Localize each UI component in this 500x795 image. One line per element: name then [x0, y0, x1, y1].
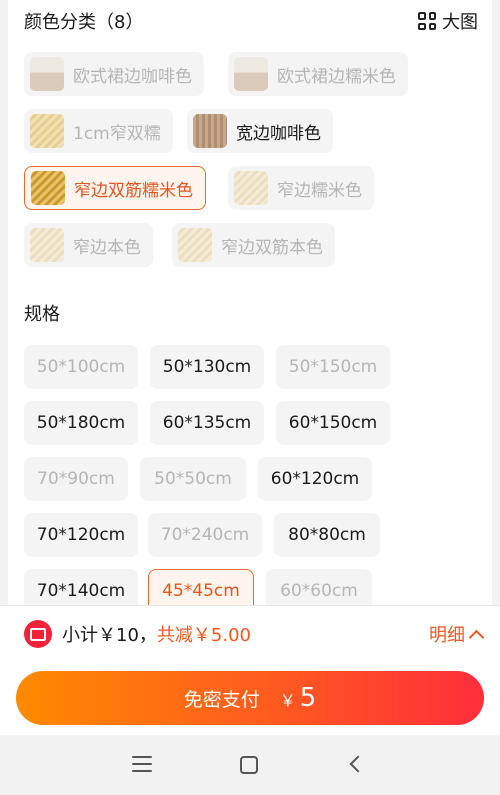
pay-currency: ￥	[279, 691, 296, 710]
discount-amount: 共减￥5.00	[156, 625, 251, 646]
pay-button[interactable]: 免密支付 ￥ 5	[16, 671, 484, 725]
grid-icon	[418, 12, 436, 30]
size-option-selected[interactable]: 45*45cm	[148, 569, 254, 605]
chevron-up-icon	[468, 629, 485, 645]
color-option[interactable]: 宽边咖啡色	[187, 109, 333, 153]
size-option[interactable]: 70*120cm	[24, 513, 138, 557]
color-option-label: 宽边咖啡色	[236, 123, 321, 144]
subtotal-amount: 小计￥10，	[62, 625, 157, 646]
product-thumbnail	[30, 228, 64, 262]
color-option-label: 欧式裙边糯米色	[277, 66, 396, 87]
size-option[interactable]: 60*120cm	[258, 457, 372, 501]
color-option[interactable]: 1cm窄双糯	[24, 109, 173, 153]
color-option-label: 1cm窄双糯	[73, 123, 161, 144]
subtotal-text: 小计￥10，共减￥5.00	[62, 621, 251, 647]
pay-price: ￥ 5	[280, 683, 317, 713]
big-view-button[interactable]: 大图	[418, 8, 478, 34]
size-option[interactable]: 60*60cm	[266, 569, 372, 605]
size-option[interactable]: 70*240cm	[148, 513, 262, 557]
color-option[interactable]: 窄边双筋本色	[172, 223, 335, 267]
color-section-title: 颜色分类（8）	[24, 12, 144, 33]
color-option[interactable]: 欧式裙边咖啡色	[24, 52, 204, 96]
size-option[interactable]: 70*90cm	[24, 457, 128, 501]
size-option[interactable]: 50*50cm	[140, 457, 246, 501]
color-option[interactable]: 窄边糯米色	[228, 166, 374, 210]
size-option[interactable]: 70*140cm	[24, 569, 138, 605]
size-option[interactable]: 50*100cm	[24, 345, 138, 389]
color-option-label: 欧式裙边咖啡色	[73, 66, 192, 87]
color-option-label: 窄边双筋本色	[221, 237, 323, 258]
product-thumbnail	[193, 114, 227, 148]
color-option[interactable]: 欧式裙边糯米色	[228, 52, 408, 96]
size-option[interactable]: 60*135cm	[150, 401, 264, 445]
product-thumbnail	[30, 57, 64, 91]
big-view-label: 大图	[442, 12, 478, 33]
product-thumbnail	[31, 171, 65, 205]
pay-amount: 5	[299, 683, 317, 713]
product-thumbnail	[178, 228, 212, 262]
detail-toggle[interactable]: 明细	[429, 621, 485, 647]
color-option-label: 窄边本色	[73, 237, 141, 258]
sku-selector-sheet: 颜色分类（8） 大图 欧式裙边咖啡色 欧式裙边糯米色 1cm窄双糯 宽边咖啡色 …	[8, 0, 492, 605]
color-option[interactable]: 窄边本色	[24, 223, 153, 267]
detail-label: 明细	[429, 625, 465, 646]
spec-section-title: 规格	[24, 304, 60, 325]
size-option[interactable]: 80*80cm	[274, 513, 380, 557]
size-option[interactable]: 50*130cm	[150, 345, 264, 389]
product-thumbnail	[30, 114, 64, 148]
ticket-icon	[24, 620, 52, 648]
pay-label: 免密支付	[183, 688, 260, 711]
size-option[interactable]: 50*150cm	[276, 345, 390, 389]
size-option[interactable]: 60*150cm	[276, 401, 390, 445]
size-option[interactable]: 50*180cm	[24, 401, 138, 445]
product-thumbnail	[234, 171, 268, 205]
color-option-selected[interactable]: 窄边双筋糯米色	[24, 166, 206, 210]
product-thumbnail	[234, 57, 268, 91]
home-icon[interactable]	[240, 756, 258, 774]
color-option-label: 窄边糯米色	[277, 180, 362, 201]
menu-icon[interactable]	[132, 756, 152, 772]
color-option-label: 窄边双筋糯米色	[74, 180, 193, 201]
